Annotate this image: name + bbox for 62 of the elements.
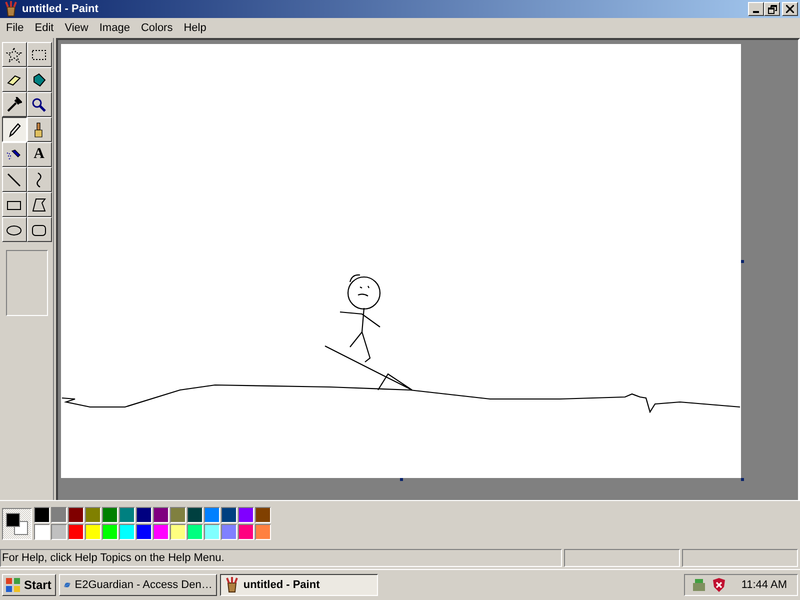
line-icon: [6, 172, 22, 188]
pencil-icon: [6, 122, 22, 138]
color-swatch[interactable]: [238, 507, 254, 523]
color-swatch[interactable]: [34, 507, 50, 523]
shield-icon[interactable]: [711, 577, 728, 593]
color-swatch[interactable]: [85, 507, 101, 523]
color-swatch[interactable]: [187, 524, 203, 540]
resize-handle[interactable]: [400, 478, 403, 481]
menu-item[interactable]: Colors: [134, 22, 178, 34]
minimize-button[interactable]: [748, 2, 764, 16]
color-swatch[interactable]: [102, 524, 118, 540]
color-swatch[interactable]: [68, 524, 84, 540]
color-swatch[interactable]: [170, 507, 186, 523]
resize-handle[interactable]: [741, 478, 744, 481]
restore-button[interactable]: [764, 2, 780, 16]
window-title: untitled - Paint: [22, 3, 98, 15]
color-swatch[interactable]: [153, 524, 169, 540]
color-swatch[interactable]: [221, 524, 237, 540]
free-select-icon: [6, 46, 22, 62]
tool-button[interactable]: A: [26, 142, 52, 167]
tool-button[interactable]: [2, 117, 26, 142]
tool-options-box: [6, 250, 48, 316]
color-swatch[interactable]: [119, 507, 135, 523]
color-swatch[interactable]: [34, 524, 50, 540]
restore-icon: [768, 4, 776, 14]
color-swatch[interactable]: [204, 507, 220, 523]
menu-item[interactable]: View: [58, 22, 94, 34]
menu-item[interactable]: Edit: [28, 22, 59, 34]
menu-item[interactable]: File: [0, 22, 29, 34]
color-swatch[interactable]: [102, 507, 118, 523]
status-text: For Help, click Help Topics on the Help Menu.: [0, 549, 562, 567]
close-button[interactable]: [782, 2, 798, 16]
color-swatch[interactable]: [204, 524, 220, 540]
color-swatch[interactable]: [221, 507, 237, 523]
color-swatch[interactable]: [238, 524, 254, 540]
polygon-icon: [31, 196, 47, 212]
clock: 11:44 AM: [741, 579, 787, 591]
color-swatch[interactable]: [255, 507, 271, 523]
color-swatch[interactable]: [68, 507, 84, 523]
color-swatch[interactable]: [51, 524, 67, 540]
color-swatch[interactable]: [51, 507, 67, 523]
magnifier-icon: [31, 96, 47, 112]
paint-brushes-icon: [225, 577, 240, 593]
close-icon: [786, 5, 794, 13]
color-swatch[interactable]: [136, 524, 152, 540]
color-swatch[interactable]: [136, 507, 152, 523]
color-swatch[interactable]: [187, 507, 203, 523]
start-button[interactable]: Start: [2, 574, 56, 596]
taskbar-button[interactable]: E2Guardian - Access Den…: [59, 574, 218, 596]
color-swatch[interactable]: [170, 524, 186, 540]
menu-item[interactable]: Image: [93, 22, 135, 34]
windows-flag-icon: [5, 577, 21, 593]
color-swatch[interactable]: [85, 524, 101, 540]
current-colors[interactable]: [2, 508, 32, 540]
menu-item[interactable]: Help: [178, 22, 212, 34]
color-swatch[interactable]: [255, 524, 271, 540]
taskbar-button[interactable]: untitled - Paint: [220, 574, 378, 596]
airbrush-icon: [6, 146, 22, 162]
resize-handle[interactable]: [741, 260, 744, 263]
paint-brushes-icon: [4, 1, 18, 17]
color-swatch[interactable]: [119, 524, 135, 540]
color-swatch[interactable]: [153, 507, 169, 523]
